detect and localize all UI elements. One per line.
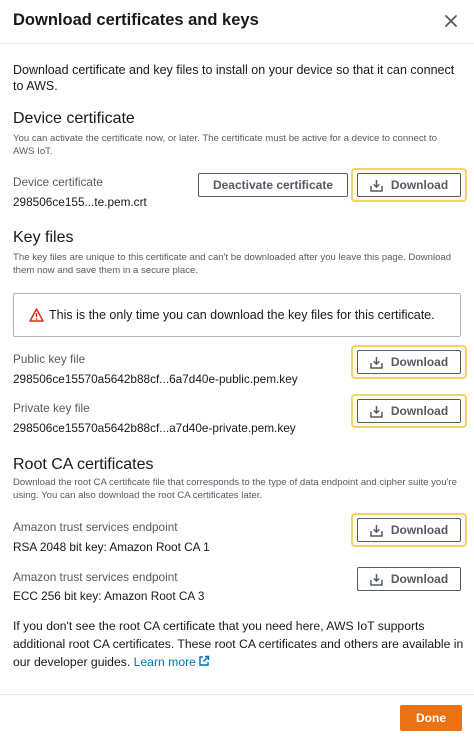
root-ca-description: Download the root CA certificate file th… [13, 477, 457, 501]
device-certificate-description: You can activate the certificate now, or… [13, 133, 437, 157]
root-ca-3-label: Amazon trust services endpoint [13, 570, 178, 584]
download-icon [370, 405, 383, 418]
warning-icon [29, 308, 44, 322]
done-button[interactable]: Done [400, 705, 462, 731]
download-device-certificate-button[interactable]: Download [357, 173, 461, 197]
download-public-key-button[interactable]: Download [357, 350, 461, 374]
dialog-header: Download certificates and keys [0, 0, 474, 44]
download-label: Download [390, 178, 449, 192]
download-label: Download [390, 572, 449, 586]
public-key-label: Public key file [13, 352, 86, 366]
external-link-icon [199, 655, 210, 666]
device-certificate-heading: Device certificate [13, 110, 135, 127]
alert-message: This is the only time you can download t… [49, 308, 435, 322]
deactivate-certificate-button[interactable]: Deactivate certificate [198, 173, 348, 197]
device-certificate-file: 298506ce155...te.pem.crt [13, 195, 147, 209]
root-ca-note-text: If you don't see the root CA certificate… [13, 619, 464, 669]
key-files-description: The key files are unique to this certifi… [13, 252, 452, 276]
key-files-heading: Key files [13, 229, 74, 246]
footer-divider [0, 694, 474, 695]
root-ca-1-label: Amazon trust services endpoint [13, 520, 178, 534]
download-label: Download [390, 355, 449, 369]
dialog-title: Download certificates and keys [13, 11, 259, 29]
deactivate-certificate-label: Deactivate certificate [212, 178, 334, 192]
download-root-ca-3-button[interactable]: Download [357, 567, 461, 591]
download-label: Download [390, 404, 449, 418]
root-ca-3-file: ECC 256 bit key: Amazon Root CA 3 [13, 589, 205, 603]
download-root-ca-1-button[interactable]: Download [357, 518, 461, 542]
root-ca-1-file: RSA 2048 bit key: Amazon Root CA 1 [13, 540, 210, 554]
close-icon[interactable] [440, 10, 462, 32]
download-icon [370, 524, 383, 537]
key-files-alert: This is the only time you can download t… [13, 293, 461, 337]
dialog-intro: Download certificate and key files to in… [13, 63, 455, 93]
download-private-key-button[interactable]: Download [357, 399, 461, 423]
root-ca-heading: Root CA certificates [13, 456, 154, 473]
download-icon [370, 179, 383, 192]
download-icon [370, 356, 383, 369]
private-key-label: Private key file [13, 401, 90, 415]
learn-more-link[interactable]: Learn more [134, 655, 210, 669]
download-label: Download [390, 523, 449, 537]
done-label: Done [416, 711, 446, 725]
download-icon [370, 573, 383, 586]
public-key-file: 298506ce15570a5642b88cf...6a7d40e-public… [13, 372, 298, 386]
private-key-file: 298506ce15570a5642b88cf...a7d40e-private… [13, 421, 296, 435]
root-ca-note: If you don't see the root CA certificate… [13, 617, 465, 671]
device-certificate-label: Device certificate [13, 175, 103, 189]
learn-more-label: Learn more [133, 655, 196, 669]
